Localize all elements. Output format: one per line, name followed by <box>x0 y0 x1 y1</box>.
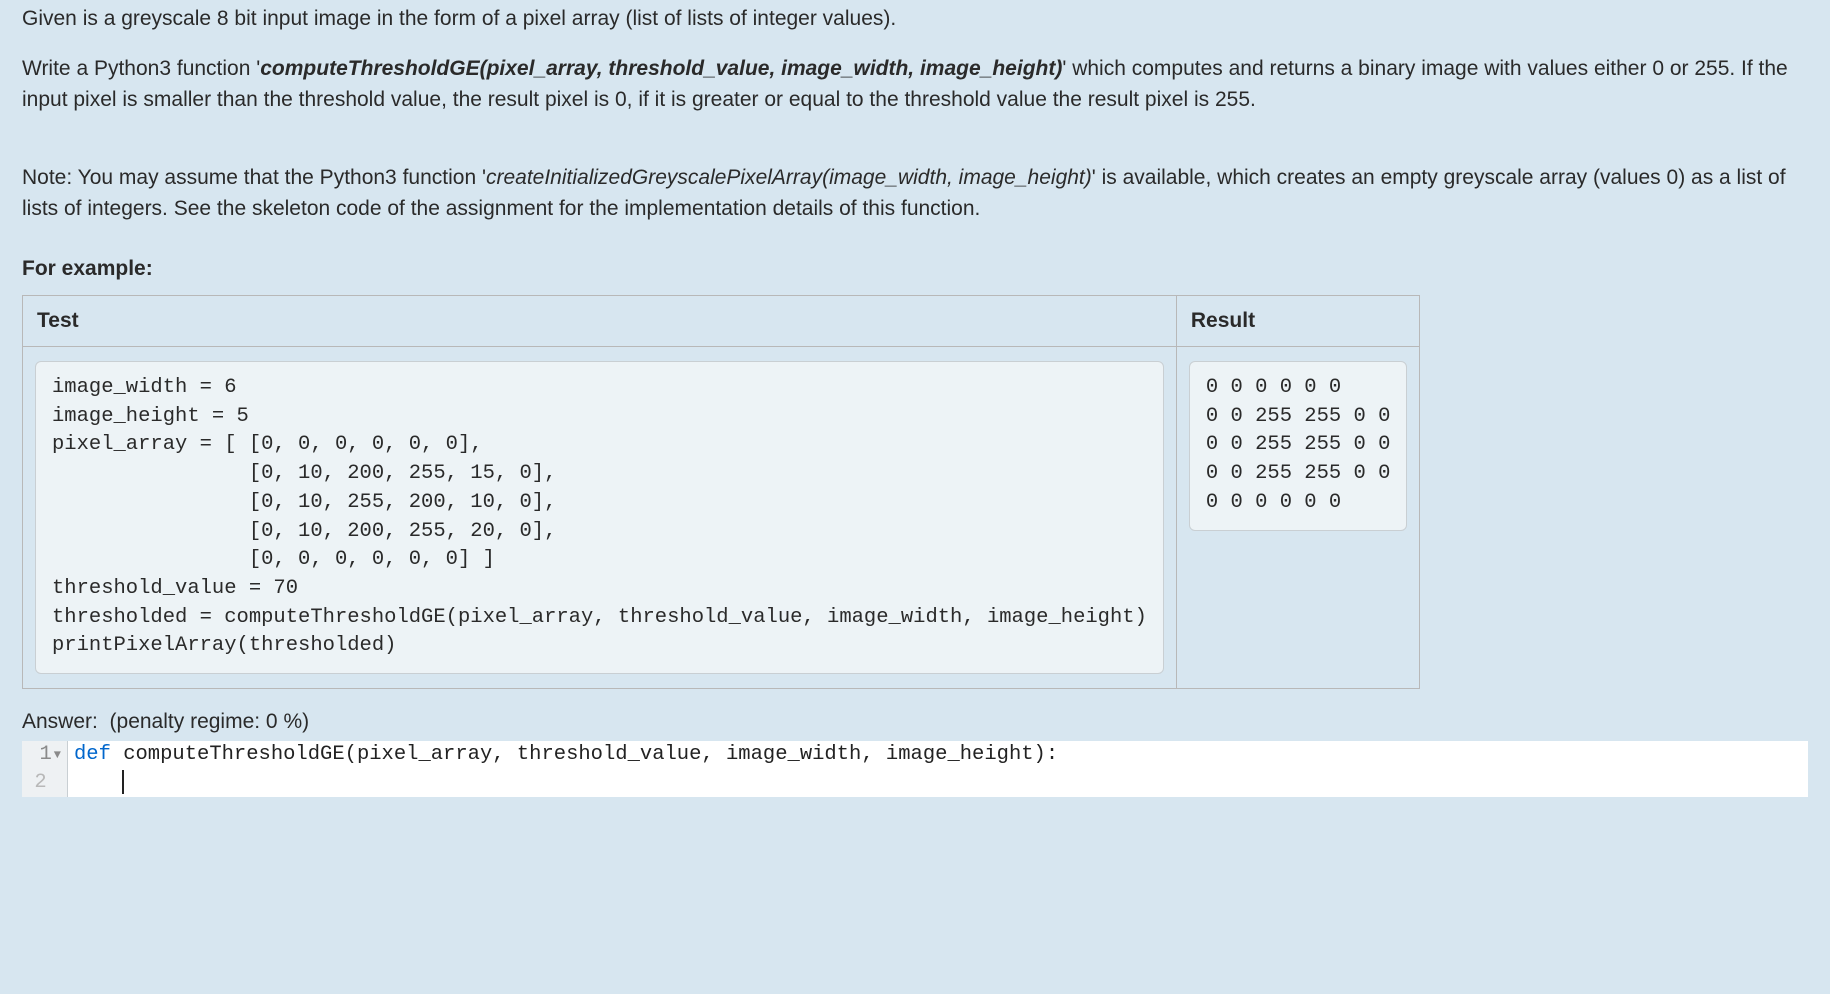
line-number: 2 <box>34 769 46 797</box>
text-cursor <box>122 770 124 794</box>
problem-para-2: Write a Python3 function 'computeThresho… <box>22 54 1808 115</box>
code-rest: computeThresholdGE(pixel_array, threshol… <box>111 743 1058 766</box>
table-header-test: Test <box>23 295 1177 346</box>
test-code-block: image_width = 6 image_height = 5 pixel_a… <box>35 361 1164 674</box>
helper-function-italic: createInitializedGreyscalePixelArray(ima… <box>486 166 1092 189</box>
table-row: image_width = 6 image_height = 5 pixel_a… <box>23 347 1420 689</box>
table-header-result: Result <box>1176 295 1420 346</box>
para2-pre: Write a Python3 function ' <box>22 57 260 80</box>
problem-para-3: Note: You may assume that the Python3 fu… <box>22 163 1808 224</box>
fold-triangle-icon[interactable]: ▼ <box>54 747 61 763</box>
keyword-def: def <box>74 743 111 766</box>
test-cell: image_width = 6 image_height = 5 pixel_a… <box>23 347 1177 689</box>
code-line-2[interactable] <box>68 769 1808 797</box>
penalty-regime: (penalty regime: 0 %) <box>110 710 310 733</box>
result-code-block: 0 0 0 0 0 0 0 0 255 255 0 0 0 0 255 255 … <box>1189 361 1408 530</box>
answer-label: Answer: <box>22 710 98 733</box>
example-table: Test Result image_width = 6 image_height… <box>22 295 1420 689</box>
gutter-line-2: 2 <box>22 769 68 797</box>
example-label: For example: <box>22 254 1808 284</box>
function-signature-bold: computeThresholdGE(pixel_array, threshol… <box>260 57 1062 80</box>
code-line-1[interactable]: def computeThresholdGE(pixel_array, thre… <box>68 741 1808 769</box>
para3-pre: Note: You may assume that the Python3 fu… <box>22 166 486 189</box>
answer-code-editor[interactable]: 1▼ def computeThresholdGE(pixel_array, t… <box>22 741 1808 796</box>
result-cell: 0 0 0 0 0 0 0 0 255 255 0 0 0 0 255 255 … <box>1176 347 1420 689</box>
problem-para-1: Given is a greyscale 8 bit input image i… <box>22 4 1808 34</box>
line-number: 1 <box>39 741 51 769</box>
gutter-line-1: 1▼ <box>22 741 68 769</box>
problem-statement: Given is a greyscale 8 bit input image i… <box>22 4 1808 224</box>
answer-label-row: Answer: (penalty regime: 0 %) <box>22 707 1808 737</box>
